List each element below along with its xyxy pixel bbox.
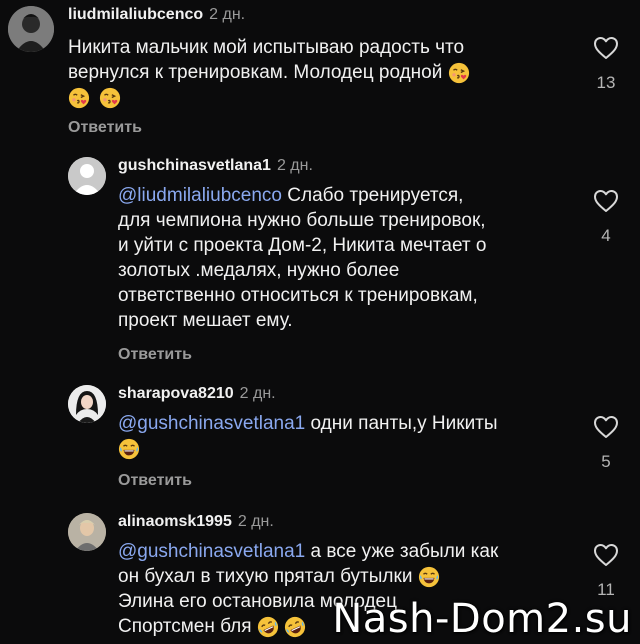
comment-header: sharapova8210 2 дн.: [118, 385, 276, 403]
comment-header: gushchinasvetlana1 2 дн.: [118, 157, 313, 175]
text-line: проект мешает ему.: [118, 310, 293, 331]
comment-time: 2 дн.: [209, 6, 246, 23]
face-blowing-kiss-icon: [448, 62, 470, 84]
face-with-tears-of-joy-icon: [418, 566, 440, 588]
comment-time: 2 дн.: [237, 513, 274, 530]
face-blowing-kiss-icon: [68, 87, 90, 109]
avatar[interactable]: [68, 385, 106, 423]
text-line: для чемпиона нужно больше тренировок,: [118, 210, 486, 231]
like-heart-icon[interactable]: [593, 189, 619, 213]
like-count: 5: [601, 452, 611, 471]
text-line: @liudmilaliubcenco Слабо тренируется,: [118, 185, 464, 206]
comment-header: alinaomsk1995 2 дн.: [118, 513, 274, 531]
text-line: @gushchinasvetlana1 а все уже забыли как: [118, 541, 499, 562]
username[interactable]: sharapova8210: [118, 385, 234, 402]
like-heart-icon[interactable]: [593, 36, 619, 60]
comment-header: liudmilaliubcenco 2 дн.: [68, 6, 245, 24]
reply-button[interactable]: Ответить: [118, 472, 192, 490]
comment-3: sharapova8210 2 дн. @gushchinasvetlana1 о…: [0, 378, 640, 506]
comment-text: @gushchinasvetlana1 одни панты,у Никиты: [118, 411, 588, 461]
rolling-on-floor-laughing-icon: [257, 616, 279, 638]
reply-button[interactable]: Ответить: [118, 346, 192, 364]
comment-1: liudmilaliubcenco 2 дн. Никита мальчик мо…: [0, 0, 640, 150]
watermark: Nash-Dom2.su: [332, 596, 632, 642]
like-count: 13: [596, 73, 616, 92]
comment-time: 2 дн.: [276, 157, 313, 174]
avatar[interactable]: [68, 157, 106, 195]
reply-button[interactable]: Ответить: [68, 119, 142, 137]
username[interactable]: gushchinasvetlana1: [118, 157, 271, 174]
text-line: и уйти с проекта Дом-2, Никита мечтает о: [118, 235, 487, 256]
text-line: вернулся к тренировкам. Молодец родной: [68, 60, 538, 85]
emoji-line: [68, 85, 538, 110]
like-count: 4: [601, 226, 611, 245]
comment-text: @liudmilaliubcenco Слабо тренируется, дл…: [118, 183, 588, 333]
text-line: он бухал в тихую прятал бутылки: [118, 564, 588, 589]
username[interactable]: liudmilaliubcenco: [68, 6, 203, 23]
face-blowing-kiss-icon: [99, 87, 121, 109]
face-with-tears-of-joy-icon: [118, 438, 140, 460]
avatar[interactable]: [8, 6, 54, 52]
avatar[interactable]: [68, 513, 106, 551]
comment-time: 2 дн.: [239, 385, 276, 402]
username[interactable]: alinaomsk1995: [118, 513, 232, 530]
like-heart-icon[interactable]: [593, 415, 619, 439]
mention-link[interactable]: @liudmilaliubcenco: [118, 185, 282, 206]
rolling-on-floor-laughing-icon: [284, 616, 306, 638]
mention-link[interactable]: @gushchinasvetlana1: [118, 413, 305, 434]
emoji-line: [118, 436, 588, 461]
like-heart-icon[interactable]: [593, 543, 619, 567]
mention-link[interactable]: @gushchinasvetlana1: [118, 541, 305, 562]
comment-2: gushchinasvetlana1 2 дн. @liudmilaliubcen…: [0, 150, 640, 378]
text-line: ответственно относиться к тренировкам,: [118, 285, 478, 306]
text-line: Никита мальчик мой испытываю радость что: [68, 37, 465, 58]
comment-text: Никита мальчик мой испытываю радость что…: [68, 35, 538, 110]
text-line: золотых .медалях, нужно более: [118, 260, 400, 281]
text-line: @gushchinasvetlana1 одни панты,у Никиты: [118, 413, 498, 434]
